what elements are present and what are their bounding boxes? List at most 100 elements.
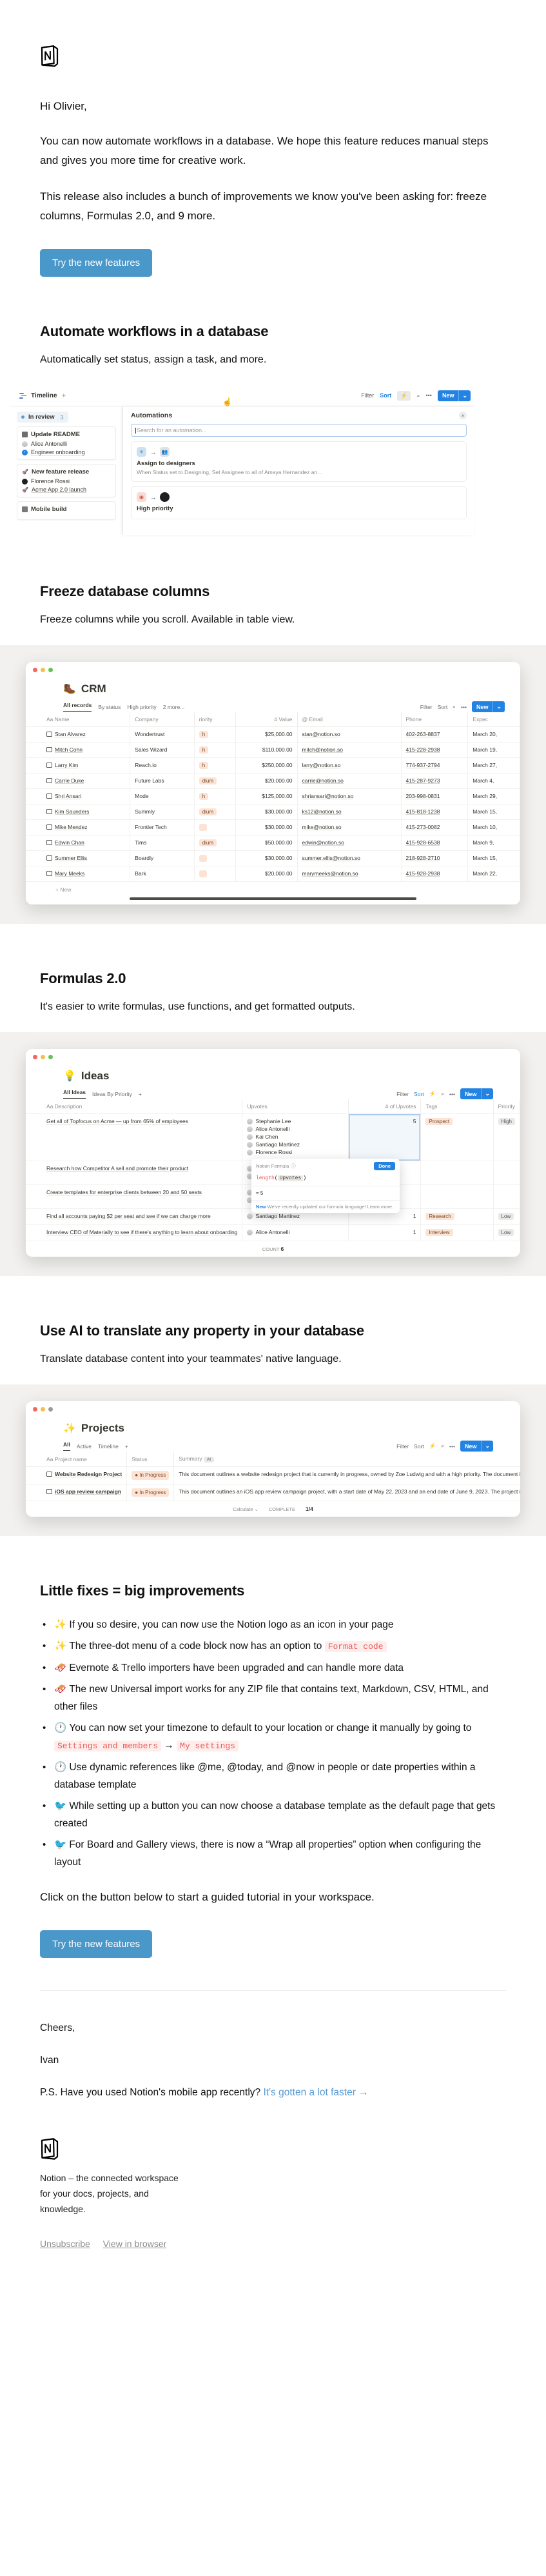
chevron-down-icon[interactable]: ⌄ <box>481 1441 493 1452</box>
cell-status[interactable]: ● In Progress <box>126 1466 175 1484</box>
cell-num-upvotes[interactable]: 1 <box>348 1224 422 1241</box>
table-row[interactable]: Edwin Chan Tims dium $50,000.00 edwin@notion… <box>26 835 520 851</box>
col-tags[interactable]: Tags <box>420 1099 494 1114</box>
cell-value[interactable]: $20,000.00 <box>235 866 298 882</box>
cell-value[interactable]: $30,000.00 <box>235 850 298 866</box>
cell-name[interactable]: Summer Ellis <box>26 850 131 866</box>
sort-button[interactable]: Sort <box>414 1091 424 1097</box>
try-new-features-button-top[interactable]: Try the new features <box>40 249 153 277</box>
cell-company[interactable]: Summly <box>130 804 195 820</box>
cell-expected[interactable]: March 27, <box>467 757 520 774</box>
table-row[interactable]: Interview CEO of Materially to see if th… <box>26 1224 520 1241</box>
cell-summary[interactable]: This document outlines a website redesig… <box>173 1466 520 1484</box>
card-relation-row[interactable]: 🚀 Acme App 2.0 launch <box>22 486 111 493</box>
cell-email[interactable]: edwin@notion.so <box>297 835 402 851</box>
col-upvotes[interactable]: Upvotes <box>242 1099 349 1114</box>
cell-email[interactable]: ks12@notion.so <box>297 804 402 820</box>
filter-button[interactable]: Filter <box>396 1443 409 1450</box>
cell-description[interactable]: Create templates for enterprise clients … <box>26 1184 243 1209</box>
view-tab-timeline[interactable]: Timeline <box>31 392 57 399</box>
cell-value[interactable]: $20,000.00 <box>235 773 298 789</box>
cell-priority[interactable]: h <box>194 726 237 743</box>
cell-name[interactable]: Edwin Chan <box>26 835 131 851</box>
cell-project-name[interactable]: Website Redesign Project <box>26 1466 128 1484</box>
search-icon[interactable]: ⌕ <box>416 392 420 399</box>
cell-priority[interactable]: Low <box>493 1224 520 1241</box>
cell-phone[interactable]: 415-273-0082 <box>401 819 469 835</box>
cell-name[interactable]: Mike Mendez <box>26 819 131 835</box>
add-view-button[interactable]: + <box>139 1091 142 1097</box>
cell-email[interactable]: marymeeks@notion.so <box>297 866 402 882</box>
cell-name[interactable]: Mary Meeks <box>26 866 131 882</box>
new-record-button[interactable]: New ⌄ <box>437 390 471 401</box>
ideas-count-row[interactable]: COUNT 6 <box>26 1241 520 1257</box>
cell-status[interactable]: ● In Progress <box>126 1484 175 1501</box>
board-card[interactable]: 🚀 New feature release Florence Rossi 🚀 A… <box>17 464 116 497</box>
sort-button[interactable]: Sort <box>380 392 391 399</box>
cell-company[interactable]: Wondertrust <box>130 726 195 743</box>
cell-company[interactable]: Reach.io <box>130 757 195 774</box>
cell-email[interactable]: shriansari@notion.so <box>297 788 402 804</box>
table-row[interactable]: Larry Kim Reach.io h $250,000.00 larry@notio… <box>26 757 520 774</box>
automation-item[interactable]: ✳ → 👥 Assign to designers When Status se… <box>131 441 467 482</box>
cell-tags[interactable] <box>420 1161 494 1185</box>
table-row[interactable]: Carrie Duke Future Labs dium $20,000.00 carr… <box>26 773 520 789</box>
cell-phone[interactable]: 415-228-2938 <box>401 742 469 758</box>
cell-expected[interactable]: March 22, <box>467 866 520 882</box>
automations-bolt-icon[interactable]: ⚡ <box>397 390 411 401</box>
col-expected[interactable]: Expec <box>467 712 520 727</box>
cell-priority[interactable]: High <box>493 1113 520 1161</box>
view-tab-all[interactable]: All <box>63 1441 70 1451</box>
filter-button[interactable]: Filter <box>420 704 433 710</box>
cell-expected[interactable]: March 9, <box>467 835 520 851</box>
col-project-name[interactable]: Aa Project name <box>26 1452 128 1467</box>
more-options-icon[interactable]: ••• <box>425 392 431 399</box>
col-description[interactable]: Aa Description <box>26 1099 243 1114</box>
view-tab-all-records[interactable]: All records <box>63 702 92 712</box>
cell-priority[interactable] <box>493 1161 520 1185</box>
view-tab-active[interactable]: Active <box>77 1443 92 1450</box>
new-record-button[interactable]: New ⌄ <box>460 1088 493 1099</box>
cell-priority[interactable]: h <box>194 788 237 804</box>
cell-phone[interactable]: 415-287-9273 <box>401 773 469 789</box>
cell-tags[interactable]: Interview <box>420 1224 494 1241</box>
cell-company[interactable]: Sales Wizard <box>130 742 195 758</box>
view-tab-by-status[interactable]: By status <box>98 704 121 710</box>
calculate-button[interactable]: Calculate ⌄ <box>233 1506 258 1512</box>
formula-expression[interactable]: length(Upvotes) <box>251 1173 400 1186</box>
cell-expected[interactable]: March 20, <box>467 726 520 743</box>
cell-tags[interactable] <box>420 1184 494 1209</box>
cell-email[interactable]: stan@notion.so <box>297 726 402 743</box>
cell-priority[interactable] <box>194 819 237 835</box>
cell-phone[interactable]: 415-818-1238 <box>401 804 469 820</box>
view-tab-high-priority[interactable]: High priority <box>127 704 156 710</box>
minimize-window-dot[interactable] <box>41 1407 45 1412</box>
view-tab-ideas-by-priority[interactable]: Ideas By Priority <box>92 1091 132 1097</box>
cell-expected[interactable]: March 15, <box>467 850 520 866</box>
cell-project-name[interactable]: iOS app review campaign <box>26 1484 128 1501</box>
chevron-down-icon[interactable]: ⌄ <box>492 701 505 712</box>
cell-priority[interactable] <box>194 866 237 882</box>
close-icon[interactable]: × <box>459 412 467 419</box>
cell-num-upvotes[interactable]: 5 <box>348 1113 422 1161</box>
cell-name[interactable]: Stan Alvarez <box>26 726 131 743</box>
cell-priority[interactable]: dium <box>194 773 237 789</box>
cell-expected[interactable]: March 19, <box>467 742 520 758</box>
cell-value[interactable]: $250,000.00 <box>235 757 298 774</box>
col-summary[interactable]: Summary AI <box>173 1452 520 1467</box>
chevron-down-icon[interactable]: ⌄ <box>481 1088 493 1099</box>
ps-link[interactable]: It's gotten a lot faster → <box>263 2087 368 2098</box>
cell-name[interactable]: Shri Ansari <box>26 788 131 804</box>
col-value[interactable]: # Value <box>235 712 298 727</box>
col-num-upvotes[interactable]: # of Upvotes <box>348 1099 422 1114</box>
add-view-button[interactable]: + <box>61 391 66 400</box>
table-row[interactable]: iOS app review campaign ● In Progress This… <box>26 1484 520 1501</box>
cell-company[interactable]: Tims <box>130 835 195 851</box>
table-row[interactable]: Mike Mendez Frontier Tech $30,000.00 mike@… <box>26 819 520 835</box>
cell-company[interactable]: Boardly <box>130 850 195 866</box>
cell-priority[interactable]: Low <box>493 1208 520 1225</box>
col-phone[interactable]: Phone <box>401 712 469 727</box>
cell-name[interactable]: Larry Kim <box>26 757 131 774</box>
cell-email[interactable]: larry@notion.so <box>297 757 402 774</box>
board-card[interactable]: Mobile build <box>17 501 116 520</box>
